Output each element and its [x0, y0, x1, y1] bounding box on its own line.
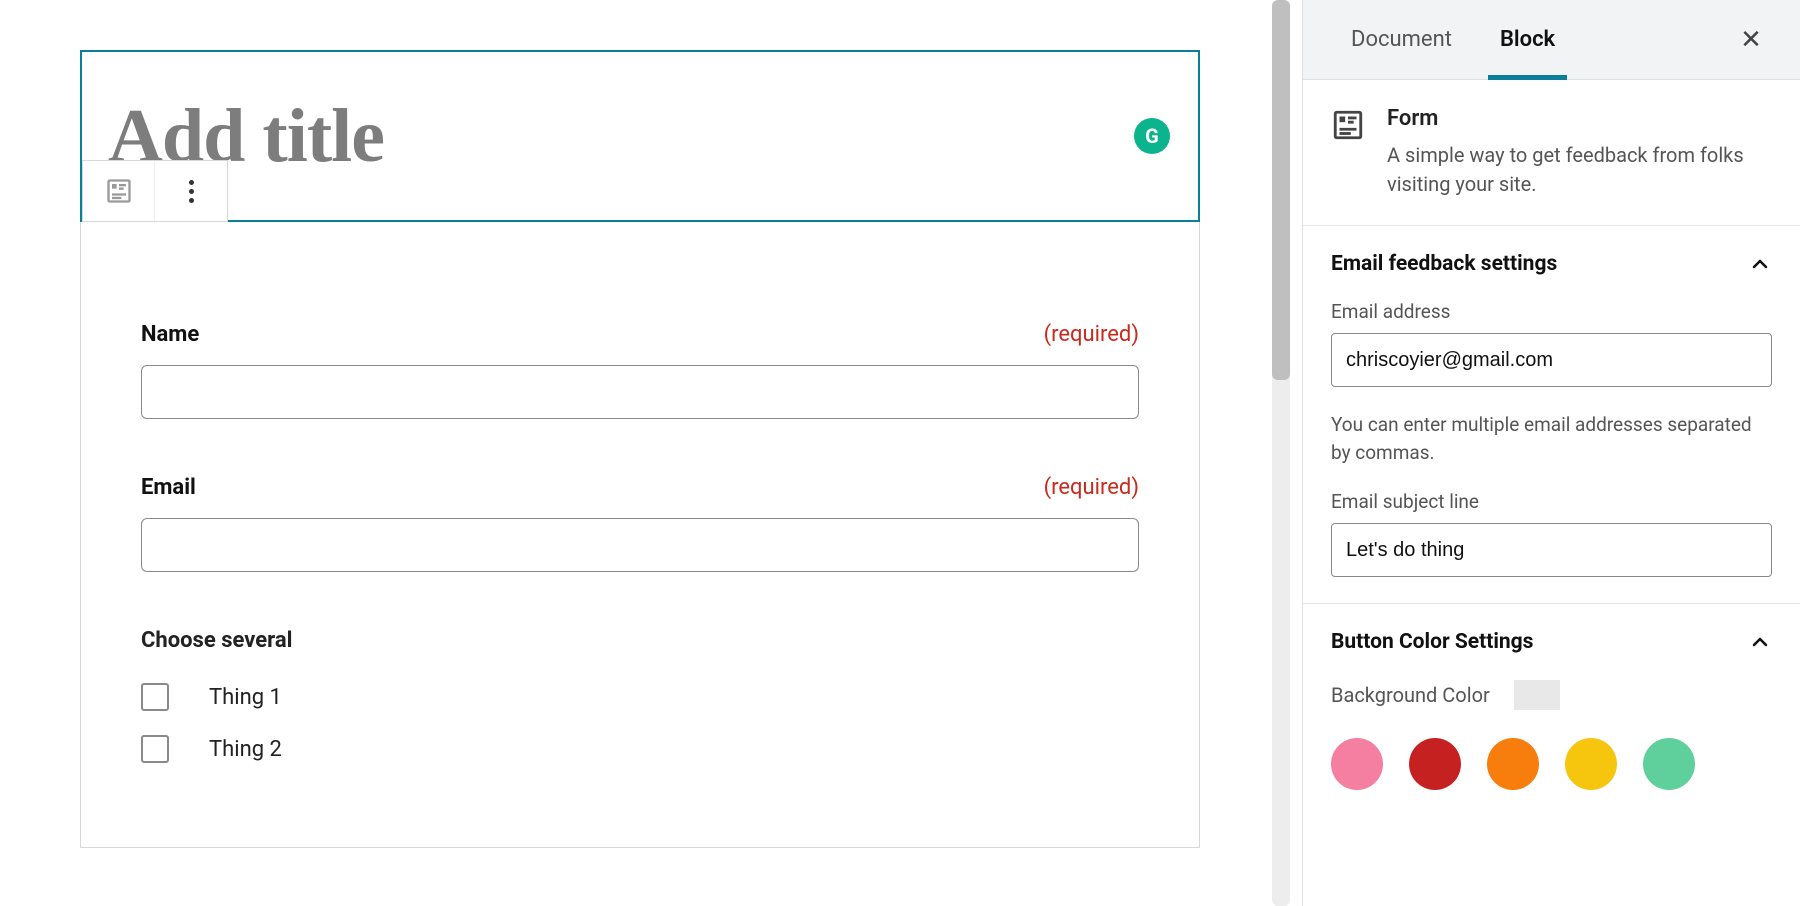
email-input[interactable] [141, 518, 1139, 572]
email-address-input[interactable] [1331, 333, 1772, 387]
form-field-checkbox-group: Choose several Thing 1 Thing 2 [141, 628, 1139, 763]
tab-block[interactable]: Block [1476, 0, 1579, 79]
field-label: Email [141, 475, 196, 500]
close-icon: ✕ [1740, 25, 1762, 55]
background-color-label: Background Color [1331, 683, 1490, 707]
color-swatch[interactable] [1565, 738, 1617, 790]
block-info-panel: Form A simple way to get feedback from f… [1303, 80, 1800, 226]
section-toggle-button-color[interactable]: Button Color Settings [1331, 630, 1772, 654]
required-indicator: (required) [1044, 322, 1139, 347]
required-indicator: (required) [1044, 475, 1139, 500]
email-subject-label: Email subject line [1331, 490, 1772, 513]
form-field-name: Name (required) [141, 322, 1139, 419]
block-type-button[interactable] [83, 161, 155, 221]
name-input[interactable] [141, 365, 1139, 419]
tab-document[interactable]: Document [1327, 0, 1476, 79]
more-options-button[interactable] [155, 161, 227, 221]
color-swatch[interactable] [1409, 738, 1461, 790]
kebab-icon [189, 180, 194, 203]
current-background-swatch[interactable] [1514, 680, 1560, 710]
email-address-label: Email address [1331, 300, 1772, 323]
post-title-block[interactable]: Add title G [80, 50, 1200, 222]
sidebar-tabs: Document Block ✕ [1303, 0, 1800, 80]
color-swatch[interactable] [1643, 738, 1695, 790]
form-block-icon [1331, 108, 1365, 142]
block-title: Form [1387, 106, 1772, 131]
form-field-email: Email (required) [141, 475, 1139, 572]
settings-sidebar: Document Block ✕ [1302, 0, 1800, 906]
color-swatch[interactable] [1487, 738, 1539, 790]
checkbox-label: Thing 1 [209, 685, 282, 710]
editor-canvas: Add title G [0, 0, 1260, 906]
checkbox-option[interactable]: Thing 2 [141, 735, 1139, 763]
email-subject-input[interactable] [1331, 523, 1772, 577]
chevron-up-icon [1748, 252, 1772, 276]
color-swatch-row [1331, 738, 1772, 790]
checkbox-option[interactable]: Thing 1 [141, 683, 1139, 711]
color-swatch[interactable] [1331, 738, 1383, 790]
grammarly-icon[interactable]: G [1134, 118, 1170, 154]
field-label: Choose several [141, 628, 1139, 653]
chevron-up-icon [1748, 630, 1772, 654]
close-sidebar-button[interactable]: ✕ [1726, 0, 1776, 79]
email-address-help: You can enter multiple email addresses s… [1331, 411, 1772, 466]
vertical-scrollbar[interactable] [1260, 0, 1302, 906]
block-description: A simple way to get feedback from folks … [1387, 141, 1772, 199]
checkbox-icon[interactable] [141, 735, 169, 763]
button-color-panel: Button Color Settings Background Color [1303, 604, 1800, 816]
checkbox-label: Thing 2 [209, 737, 282, 762]
section-toggle-email[interactable]: Email feedback settings [1331, 252, 1772, 276]
form-block[interactable]: Name (required) Email (required) Choose … [80, 222, 1200, 848]
email-feedback-panel: Email feedback settings Email address Yo… [1303, 226, 1800, 604]
checkbox-icon[interactable] [141, 683, 169, 711]
block-toolbar [82, 160, 228, 222]
field-label: Name [141, 322, 199, 347]
